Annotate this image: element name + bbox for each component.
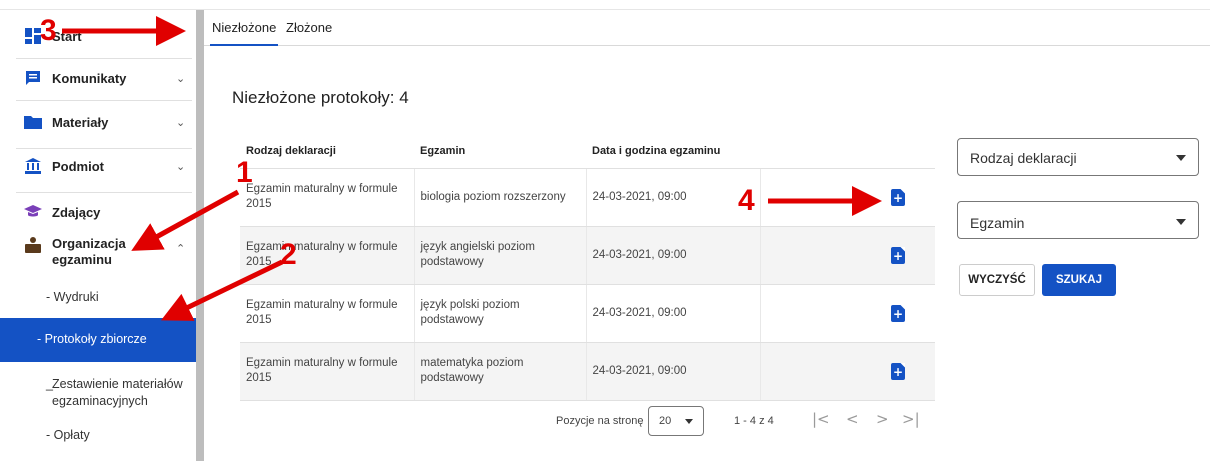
sidebar-subitem-label: - Opłaty <box>46 428 90 442</box>
cell-egzamin: biologia poziom rozszerzony <box>414 168 587 227</box>
chevron-down-icon: ⌄ <box>176 160 186 173</box>
sidebar-item-label-line2: egzaminu <box>52 252 112 267</box>
items-per-page-label: Pozycje na stronę <box>556 415 644 427</box>
graduation-cap-icon <box>24 203 42 221</box>
last-page-icon[interactable]: >| <box>902 410 920 428</box>
sidebar-item-label: Komunikaty <box>52 70 127 86</box>
cell-rodzaj: Egzamin maturalny w formule 2015 <box>240 284 415 343</box>
paginator: Pozycje na stronę 20 1 - 4 z 4 |< < > >| <box>240 404 935 440</box>
divider <box>16 192 192 193</box>
table-row: Egzamin maturalny w formule 2015 język a… <box>240 226 935 285</box>
sidebar-subitem-wydruki[interactable]: - Wydruki <box>0 288 196 308</box>
sidebar-item-podmiot[interactable]: Podmiot ⌄ <box>0 154 196 178</box>
clear-button[interactable]: WYCZYŚĆ <box>959 264 1035 296</box>
dropdown-arrow-icon <box>1176 219 1186 225</box>
chevron-down-icon: ⌄ <box>176 72 186 85</box>
folder-icon <box>24 113 42 131</box>
cell-egzamin: matematyka poziom podstawowy <box>414 342 587 401</box>
sidebar-subitem-oplaty[interactable]: - Opłaty <box>0 426 196 446</box>
column-header-data[interactable]: Data i godzina egzaminu <box>586 134 760 169</box>
cell-rodzaj: Egzamin maturalny w formule 2015 <box>240 342 415 401</box>
chevron-down-icon: ⌄ <box>176 116 186 129</box>
sidebar-subitem-zestawienie[interactable]: _ Zestawienie materiałów egzaminacyjnych <box>0 376 196 416</box>
egzamin-placeholder: Egzamin <box>970 215 1025 231</box>
cell-egzamin: język polski poziom podstawowy <box>414 284 587 343</box>
tab-bar: Niezłożone Złożone <box>204 10 1210 46</box>
column-header-actions <box>760 134 935 169</box>
tab-zlozone[interactable]: Złożone <box>286 20 332 35</box>
table-row: Egzamin maturalny w formule 2015 biologi… <box>240 168 935 227</box>
annotation-number-2: 2 <box>280 238 297 271</box>
items-per-page-value: 20 <box>659 415 672 427</box>
dropdown-arrow-icon <box>685 419 693 424</box>
divider <box>16 100 192 101</box>
search-button[interactable]: SZUKAJ <box>1042 264 1116 296</box>
cell-rodzaj: Egzamin maturalny w formule 2015 <box>240 168 415 227</box>
cell-rodzaj: Egzamin maturalny w formule 2015 <box>240 226 415 285</box>
items-per-page-select[interactable]: 20 <box>648 406 704 436</box>
egzamin-select[interactable]: Egzamin <box>957 201 1199 239</box>
cell-data: 24-03-2021, 09:00 <box>586 284 761 343</box>
sidebar-item-label: Organizacja <box>52 236 126 251</box>
page-title: Niezłożone protokoły: 4 <box>232 88 409 107</box>
sidebar-scrollbar[interactable] <box>196 10 204 461</box>
first-page-icon[interactable]: |< <box>812 410 830 428</box>
dropdown-arrow-icon <box>1176 155 1186 161</box>
rodzaj-deklaracji-select[interactable]: Rodzaj deklaracji <box>957 138 1199 176</box>
sidebar-subitem-label: - Protokoły zbiorcze <box>37 332 147 346</box>
prev-page-icon[interactable]: < <box>846 410 859 428</box>
column-header-rodzaj[interactable]: Rodzaj deklaracji <box>240 134 414 169</box>
add-document-icon[interactable] <box>891 188 905 206</box>
cell-data: 24-03-2021, 09:00 <box>586 342 761 401</box>
sidebar-item-organizacja-egzaminu[interactable]: Organizacja egzaminu ⌃ <box>0 236 196 272</box>
page-range: 1 - 4 z 4 <box>734 415 774 427</box>
sidebar-item-label: Zdający <box>52 204 101 220</box>
cell-egzamin: język angielski poziom podstawowy <box>414 226 587 285</box>
annotation-number-4: 4 <box>738 184 755 217</box>
divider <box>16 58 192 59</box>
annotation-number-3: 3 <box>40 14 57 47</box>
sidebar: Start Komunikaty ⌄ Materiały ⌄ Podmiot ⌄ <box>0 10 196 461</box>
top-bar <box>0 0 1210 10</box>
table-header-row: Rodzaj deklaracji Egzamin Data i godzina… <box>240 134 935 169</box>
protocols-table: Rodzaj deklaracji Egzamin Data i godzina… <box>240 134 935 401</box>
chevron-up-icon: ⌃ <box>176 243 186 255</box>
cell-actions <box>760 168 935 227</box>
sidebar-item-start[interactable]: Start <box>0 24 196 48</box>
divider <box>16 148 192 149</box>
cell-actions <box>760 342 935 401</box>
person-desk-icon <box>24 236 42 254</box>
tab-niezlozone[interactable]: Niezłożone <box>209 20 279 46</box>
cell-actions <box>760 226 935 285</box>
cell-actions <box>760 284 935 343</box>
sidebar-subitem-label: - Wydruki <box>46 290 99 304</box>
add-document-icon[interactable] <box>891 362 905 380</box>
sidebar-item-materialy[interactable]: Materiały ⌄ <box>0 110 196 134</box>
cell-data: 24-03-2021, 09:00 <box>586 226 761 285</box>
sidebar-subitem-protokoly-zbiorcze[interactable]: - Protokoły zbiorcze <box>0 318 196 362</box>
sidebar-subitem-label-line2: egzaminacyjnych <box>52 394 148 408</box>
app: Start Komunikaty ⌄ Materiały ⌄ Podmiot ⌄ <box>0 0 1210 461</box>
next-page-icon[interactable]: > <box>876 410 889 428</box>
table-row: Egzamin maturalny w formule 2015 matemat… <box>240 342 935 401</box>
sidebar-item-label-group: Organizacja egzaminu <box>52 236 126 268</box>
sidebar-item-label: Materiały <box>52 114 109 130</box>
rodzaj-deklaracji-placeholder: Rodzaj deklaracji <box>970 150 1077 166</box>
cell-data: 24-03-2021, 09:00 <box>586 168 761 227</box>
institution-icon <box>24 157 42 175</box>
sidebar-item-komunikaty[interactable]: Komunikaty ⌄ <box>0 66 196 90</box>
sidebar-item-label: Podmiot <box>52 158 104 174</box>
table-row: Egzamin maturalny w formule 2015 język p… <box>240 284 935 343</box>
annotation-number-1: 1 <box>236 156 253 189</box>
message-icon <box>24 69 42 87</box>
column-header-egzamin[interactable]: Egzamin <box>414 134 586 169</box>
sidebar-subitem-label: Zestawienie materiałów <box>52 377 183 391</box>
sidebar-item-zdajacy[interactable]: Zdający <box>0 200 196 224</box>
add-document-icon[interactable] <box>891 304 905 322</box>
add-document-icon[interactable] <box>891 246 905 264</box>
